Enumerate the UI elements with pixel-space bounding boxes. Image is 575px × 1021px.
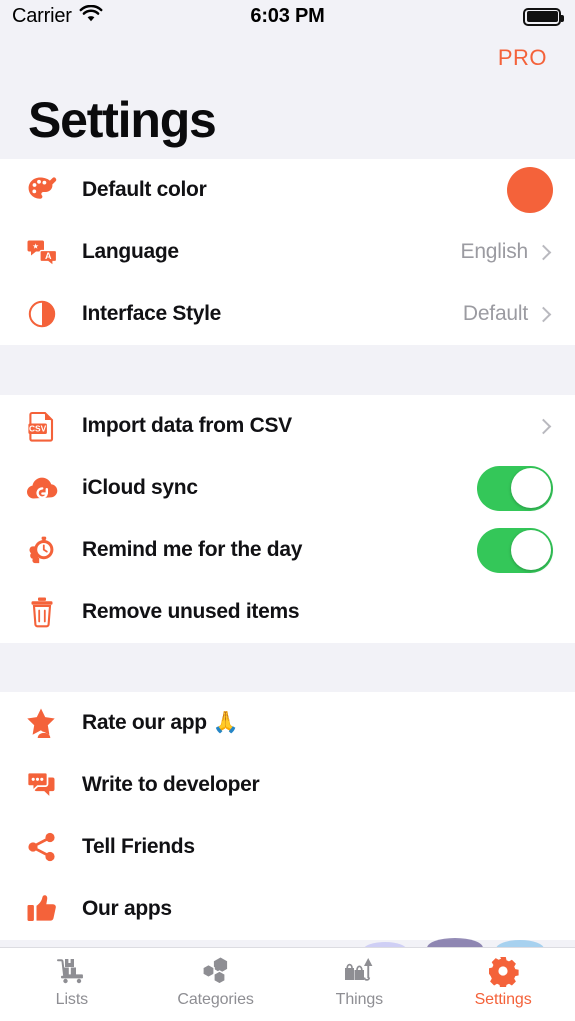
tab-categories[interactable]: Categories xyxy=(144,954,288,1009)
svg-text:A: A xyxy=(45,251,52,261)
share-icon xyxy=(20,830,64,864)
shopping-cart-icon xyxy=(55,954,89,988)
row-tell-friends[interactable]: Tell Friends xyxy=(0,816,575,878)
gear-icon xyxy=(487,954,519,988)
row-import-csv[interactable]: CSV Import data from CSV xyxy=(0,395,575,457)
row-label: Rate our app xyxy=(82,711,207,734)
status-bar-left: Carrier xyxy=(12,4,103,28)
settings-screen: Carrier 6:03 PM PRO Settings Default col… xyxy=(0,0,575,1021)
section-gap xyxy=(0,643,575,692)
row-remind-me[interactable]: Remind me for the day xyxy=(0,519,575,581)
tab-label: Categories xyxy=(177,991,254,1008)
chat-bubbles-icon xyxy=(20,769,64,801)
page-header: PRO Settings xyxy=(0,33,575,159)
language-value: English xyxy=(460,240,529,263)
row-our-apps[interactable]: Our apps xyxy=(0,878,575,940)
svg-text:CSV: CSV xyxy=(29,424,47,434)
bags-umbrella-icon xyxy=(342,954,376,988)
hexagons-icon xyxy=(199,954,233,988)
carrier-label: Carrier xyxy=(12,5,72,27)
pray-emoji: 🙏 xyxy=(212,711,239,734)
row-write-developer[interactable]: Write to developer xyxy=(0,754,575,816)
status-bar-right xyxy=(523,7,564,26)
row-label: Remove unused items xyxy=(82,600,300,623)
tab-label: Settings xyxy=(474,991,532,1008)
row-interface-style[interactable]: Interface Style Default xyxy=(0,283,575,345)
row-label: iCloud sync xyxy=(82,476,198,499)
row-label: Language xyxy=(82,240,179,263)
tab-label: Lists xyxy=(55,991,89,1008)
remind-me-toggle[interactable] xyxy=(477,527,553,573)
palette-icon xyxy=(20,172,64,208)
thumbs-up-icon xyxy=(20,893,64,925)
wifi-icon xyxy=(79,4,103,28)
tab-bar: Lists Categories Things Settings xyxy=(0,947,575,1021)
tab-lists[interactable]: Lists xyxy=(0,954,144,1009)
tab-things[interactable]: Things xyxy=(288,954,432,1009)
about-section: Rate our app 🙏 Write to developer Tell F… xyxy=(0,692,575,940)
row-label: Tell Friends xyxy=(82,835,195,858)
interface-style-icon xyxy=(20,296,64,332)
chevron-right-icon xyxy=(535,244,552,260)
csv-file-icon: CSV xyxy=(20,409,64,443)
default-color-swatch[interactable] xyxy=(507,167,553,213)
chevron-right-icon xyxy=(535,418,552,434)
row-icloud-sync[interactable]: iCloud sync xyxy=(0,457,575,519)
appearance-section: Default color A Language English Interfa… xyxy=(0,159,575,345)
tab-settings[interactable]: Settings xyxy=(431,954,575,1009)
data-section: CSV Import data from CSV iCloud sync Rem… xyxy=(0,395,575,643)
row-label: Remind me for the day xyxy=(82,538,303,561)
tab-label: Things xyxy=(335,991,384,1008)
star-person-icon xyxy=(20,706,64,740)
row-default-color[interactable]: Default color xyxy=(0,159,575,221)
chevron-right-icon xyxy=(535,306,552,322)
icloud-icon xyxy=(20,471,64,505)
row-label: Import data from CSV xyxy=(82,414,292,437)
row-language[interactable]: A Language English xyxy=(0,221,575,283)
stopwatch-hand-icon xyxy=(20,532,64,568)
row-label: Default color xyxy=(82,178,207,201)
row-remove-unused[interactable]: Remove unused items xyxy=(0,581,575,643)
row-label: Our apps xyxy=(82,897,172,920)
interface-style-value: Default xyxy=(462,302,528,325)
trash-icon xyxy=(20,595,64,629)
row-rate-app[interactable]: Rate our app 🙏 xyxy=(0,692,575,754)
icloud-sync-toggle[interactable] xyxy=(477,465,553,511)
settings-scroll-area[interactable]: Default color A Language English Interfa… xyxy=(0,159,575,947)
status-bar: Carrier 6:03 PM xyxy=(0,0,575,33)
translate-icon: A xyxy=(20,234,64,270)
row-label: Interface Style xyxy=(82,302,222,325)
row-label: Write to developer xyxy=(82,773,260,796)
section-gap xyxy=(0,345,575,395)
page-title: Settings xyxy=(28,92,217,148)
battery-icon xyxy=(523,7,564,26)
pro-badge[interactable]: PRO xyxy=(498,45,547,71)
